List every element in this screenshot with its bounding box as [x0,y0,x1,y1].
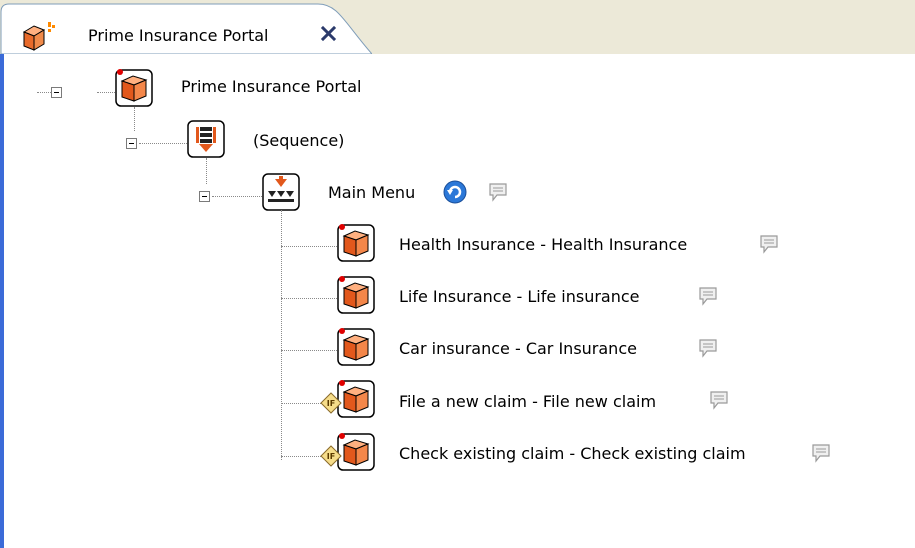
health-insurance-cube-icon[interactable] [337,224,375,262]
tree-connector [281,350,337,351]
list-item-label[interactable]: File a new claim - File new claim [399,392,656,411]
life-insurance-cube-icon[interactable] [337,276,375,314]
comment-icon[interactable] [708,389,730,411]
comment-icon[interactable] [487,181,509,203]
editor-tab-bar: Prime Insurance Portal [0,0,915,54]
loop-icon[interactable] [443,180,467,204]
sequence-icon[interactable] [187,120,225,158]
svg-text:IF: IF [327,399,335,408]
tree-connector [281,210,282,460]
comment-icon[interactable] [810,442,832,464]
tab-prime-insurance-portal[interactable]: Prime Insurance Portal [0,2,372,56]
menu-node-label[interactable]: Main Menu [328,183,415,202]
tree-connector [281,246,337,247]
close-icon[interactable] [318,23,340,45]
tree-connector [97,92,115,93]
tree-connector [281,403,321,404]
tab-title: Prime Insurance Portal [88,26,269,45]
collapse-sequence-toggle[interactable] [126,138,137,149]
comment-icon[interactable] [697,285,719,307]
list-item-label[interactable]: Life Insurance - Life insurance [399,287,640,306]
sequence-node-label[interactable]: (Sequence) [253,131,344,150]
tree-connector [212,196,262,197]
comment-icon[interactable] [758,233,780,255]
collapse-root-toggle[interactable] [51,87,62,98]
conditional-cube-icon[interactable]: IF [319,380,377,418]
svg-text:IF: IF [327,452,335,461]
collapse-menu-toggle[interactable] [199,191,210,202]
tab-app-icon [22,22,55,51]
tree-connector [281,298,337,299]
list-item-label[interactable]: Check existing claim - Check existing cl… [399,444,746,463]
list-item-label[interactable]: Car insurance - Car Insurance [399,339,637,358]
menu-icon[interactable] [262,173,300,211]
root-cube-icon[interactable] [115,69,153,107]
root-node-label[interactable]: Prime Insurance Portal [181,77,361,96]
tree-connector [37,92,51,93]
tree-connector [206,158,207,184]
tree-connector [281,456,321,457]
car-insurance-cube-icon[interactable] [337,328,375,366]
comment-icon[interactable] [697,337,719,359]
conditional-cube-icon[interactable]: IF [319,433,377,471]
panel-border [0,54,4,548]
tree-connector [134,107,135,131]
tree-connector [139,143,187,144]
list-item-label[interactable]: Health Insurance - Health Insurance [399,235,687,254]
